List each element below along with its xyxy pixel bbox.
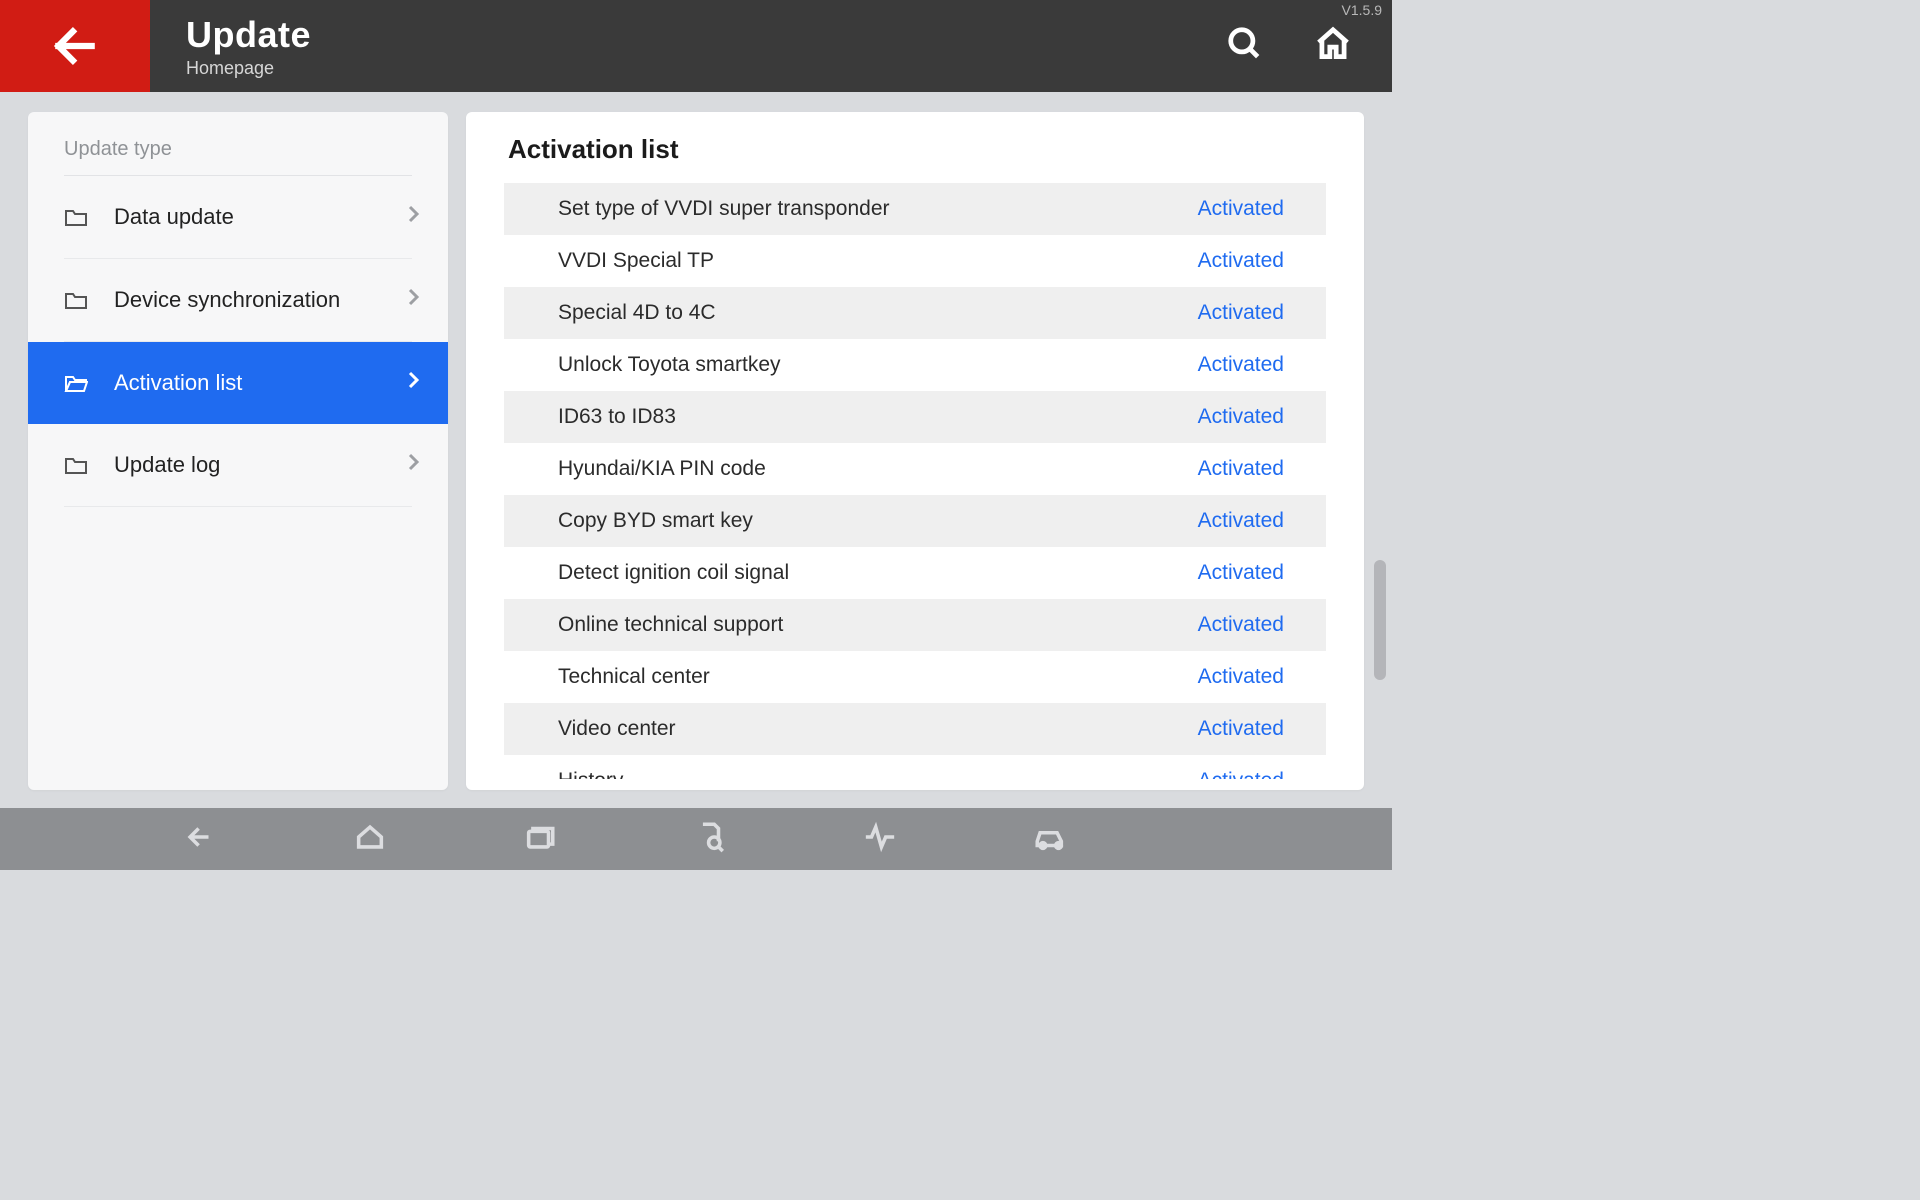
chevron-right-icon	[406, 452, 420, 478]
folder-icon	[64, 373, 94, 393]
sidebar-heading: Update type	[28, 126, 448, 175]
folder-icon	[64, 290, 94, 310]
status-badge: Activated	[1198, 353, 1284, 377]
list-item[interactable]: VVDI Special TPActivated	[504, 235, 1326, 287]
nav-search-button[interactable]	[690, 820, 730, 859]
sidebar-item-label: Update log	[94, 452, 406, 478]
item-name: Special 4D to 4C	[558, 301, 1198, 325]
main-title: Activation list	[504, 134, 1326, 165]
back-button[interactable]	[0, 0, 150, 92]
item-name: Copy BYD smart key	[558, 509, 1198, 533]
item-name: Unlock Toyota smartkey	[558, 353, 1198, 377]
status-badge: Activated	[1198, 405, 1284, 429]
scrollbar-thumb[interactable]	[1374, 560, 1386, 680]
item-name: Video center	[558, 717, 1198, 741]
nav-car-button[interactable]	[1030, 820, 1070, 859]
item-name: Online technical support	[558, 613, 1198, 637]
activation-list[interactable]: Set type of VVDI super transponderActiva…	[504, 183, 1326, 779]
sidebar-item-label: Device synchronization	[94, 287, 406, 313]
item-name: VVDI Special TP	[558, 249, 1198, 273]
page-subtitle: Homepage	[186, 58, 311, 79]
status-badge: Activated	[1198, 457, 1284, 481]
status-badge: Activated	[1198, 717, 1284, 741]
list-item[interactable]: Technical centerActivated	[504, 651, 1326, 703]
title-block: Update Homepage	[150, 0, 311, 92]
arrow-left-icon	[50, 21, 100, 71]
status-badge: Activated	[1198, 665, 1284, 689]
sidebar-item-data-update[interactable]: Data update	[28, 176, 448, 258]
sidebar-item-label: Activation list	[94, 370, 406, 396]
list-item[interactable]: Copy BYD smart keyActivated	[504, 495, 1326, 547]
list-item[interactable]: Detect ignition coil signalActivated	[504, 547, 1326, 599]
recent-apps-icon	[520, 820, 560, 854]
divider	[64, 506, 412, 507]
status-badge: Activated	[1198, 301, 1284, 325]
nav-back-button[interactable]	[180, 820, 220, 859]
activity-icon	[860, 820, 900, 854]
list-item[interactable]: ID63 to ID83Activated	[504, 391, 1326, 443]
status-badge: Activated	[1198, 561, 1284, 585]
list-item[interactable]: Hyundai/KIA PIN codeActivated	[504, 443, 1326, 495]
chevron-right-icon	[406, 204, 420, 230]
sidebar: Update type Data update Device synchroniz…	[28, 112, 448, 790]
folder-icon	[64, 207, 94, 227]
item-name: History	[558, 769, 1198, 779]
version-label: V1.5.9	[1342, 2, 1382, 18]
list-item[interactable]: Video centerActivated	[504, 703, 1326, 755]
item-name: ID63 to ID83	[558, 405, 1198, 429]
status-badge: Activated	[1198, 509, 1284, 533]
car-icon	[1030, 820, 1070, 854]
home-icon	[1314, 25, 1352, 63]
header: Update Homepage V1.5.9	[0, 0, 1392, 92]
nav-recent-button[interactable]	[520, 820, 560, 859]
item-name: Hyundai/KIA PIN code	[558, 457, 1198, 481]
status-badge: Activated	[1198, 769, 1284, 779]
folder-icon	[64, 455, 94, 475]
list-item[interactable]: Set type of VVDI super transponderActiva…	[504, 183, 1326, 235]
search-button[interactable]	[1226, 25, 1264, 68]
list-item[interactable]: HistoryActivated	[504, 755, 1326, 779]
page-title: Update	[186, 14, 311, 56]
item-name: Technical center	[558, 665, 1198, 689]
item-name: Set type of VVDI super transponder	[558, 197, 1198, 221]
nav-activity-button[interactable]	[860, 820, 900, 859]
home-outline-icon	[350, 820, 390, 854]
status-badge: Activated	[1198, 249, 1284, 273]
screen: Update Homepage V1.5.9 Update type Data …	[0, 0, 1392, 870]
search-icon	[1226, 25, 1264, 63]
sidebar-item-update-log[interactable]: Update log	[28, 424, 448, 506]
list-item[interactable]: Unlock Toyota smartkeyActivated	[504, 339, 1326, 391]
status-badge: Activated	[1198, 613, 1284, 637]
chevron-right-icon	[406, 370, 420, 396]
status-badge: Activated	[1198, 197, 1284, 221]
bottom-nav	[0, 808, 1392, 870]
list-item[interactable]: Special 4D to 4CActivated	[504, 287, 1326, 339]
sidebar-item-device-synchronization[interactable]: Device synchronization	[28, 259, 448, 341]
sidebar-item-activation-list[interactable]: Activation list	[28, 342, 448, 424]
list-item[interactable]: Online technical supportActivated	[504, 599, 1326, 651]
chevron-right-icon	[406, 287, 420, 313]
item-name: Detect ignition coil signal	[558, 561, 1198, 585]
main-panel: Activation list Set type of VVDI super t…	[466, 112, 1364, 790]
body: Update type Data update Device synchroniz…	[0, 92, 1392, 870]
doc-search-icon	[690, 820, 730, 854]
nav-home-button[interactable]	[350, 820, 390, 859]
arrow-left-icon	[180, 820, 220, 854]
home-button[interactable]	[1314, 25, 1352, 68]
sidebar-item-label: Data update	[94, 204, 406, 230]
